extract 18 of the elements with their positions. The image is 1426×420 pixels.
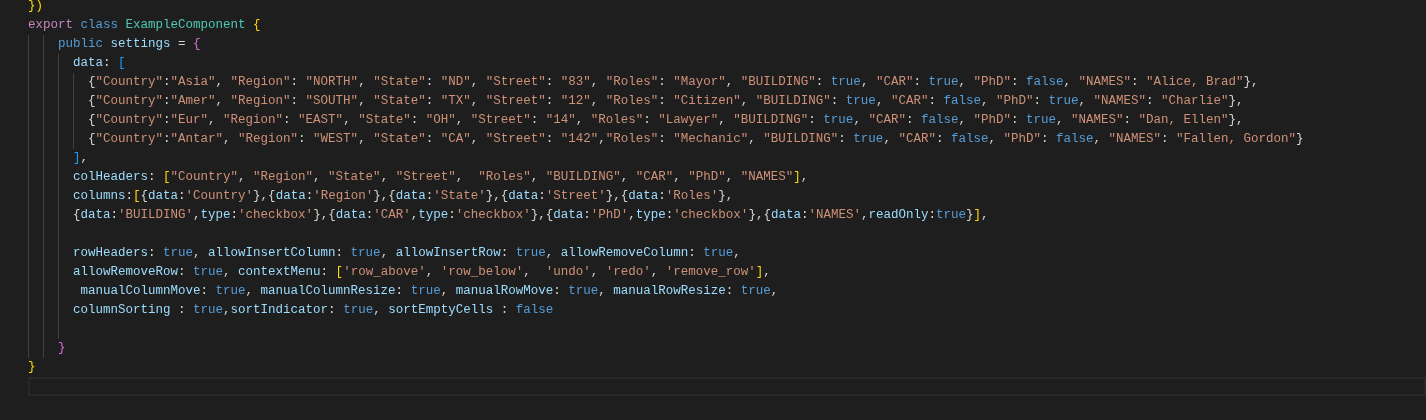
- code-line: colHeaders: ["Country", "Region", "State", "Street", "Roles", "BUILDING", "CAR", "PhD", "NAMES"],: [73, 169, 809, 186]
- code-line: {data:'BUILDING',type:'checkbox'},{data:'CAR',type:'checkbox'},{data:'PhD',type:'checkbox'},{data:'NAMES',readOnly:true}],: [73, 207, 989, 224]
- code-line: allowRemoveRow: true, contextMenu: ['row_above', 'row_below', 'undo', 'redo', 'remove_row'],: [73, 264, 771, 281]
- code-line: {"Country":"Eur", "Region": "EAST", "State": "OH", "Street": "14", "Roles": "Lawyer", "BUILDING": true, "CAR": false, "PhD": true, "NAMES": "Dan, Ellen"},: [88, 112, 1244, 129]
- code-line: {"Country":"Antar", "Region": "WEST", "State": "CA", "Street": "142","Roles": "Mechanic", "BUILDING": true, "CAR": false, "PhD": false, "NAMES": "Fallen, Gordon"}: [88, 131, 1304, 148]
- code-line: export class ExampleComponent {: [28, 17, 261, 34]
- code-line: ],: [73, 150, 89, 167]
- code-line: data: [: [73, 55, 126, 72]
- code-line: }: [58, 340, 66, 357]
- code-line: }: [28, 359, 36, 376]
- code-line: rowHeaders: true, allowInsertColumn: true, allowInsertRow: true, allowRemoveColumn: true,: [73, 245, 741, 262]
- code-line: columns:[{data:'Country'},{data:'Region'},{data:'State'},{data:'Street'},{data:'Roles'},: [73, 188, 734, 205]
- code-line: {"Country":"Amer", "Region": "SOUTH", "State": "TX", "Street": "12", "Roles": "Citizen", "BUILDING": true, "CAR": false, "PhD": true, "NAMES": "Charlie"},: [88, 93, 1244, 110]
- code-line: public settings = {: [58, 36, 201, 53]
- code-line: manualColumnMove: true, manualColumnResize: true, manualRowMove: true, manualRowResize: true,: [80, 283, 779, 300]
- code-line: columnSorting : true,sortIndicator: true, sortEmptyCells : false: [73, 302, 554, 319]
- code-line: }): [28, 0, 43, 15]
- code-line: {"Country":"Asia", "Region": "NORTH", "State": "ND", "Street": "83", "Roles": "Mayor", "BUILDING": true, "CAR": true, "PhD": false, "NAMES": "Alice, Brad"},: [88, 74, 1259, 91]
